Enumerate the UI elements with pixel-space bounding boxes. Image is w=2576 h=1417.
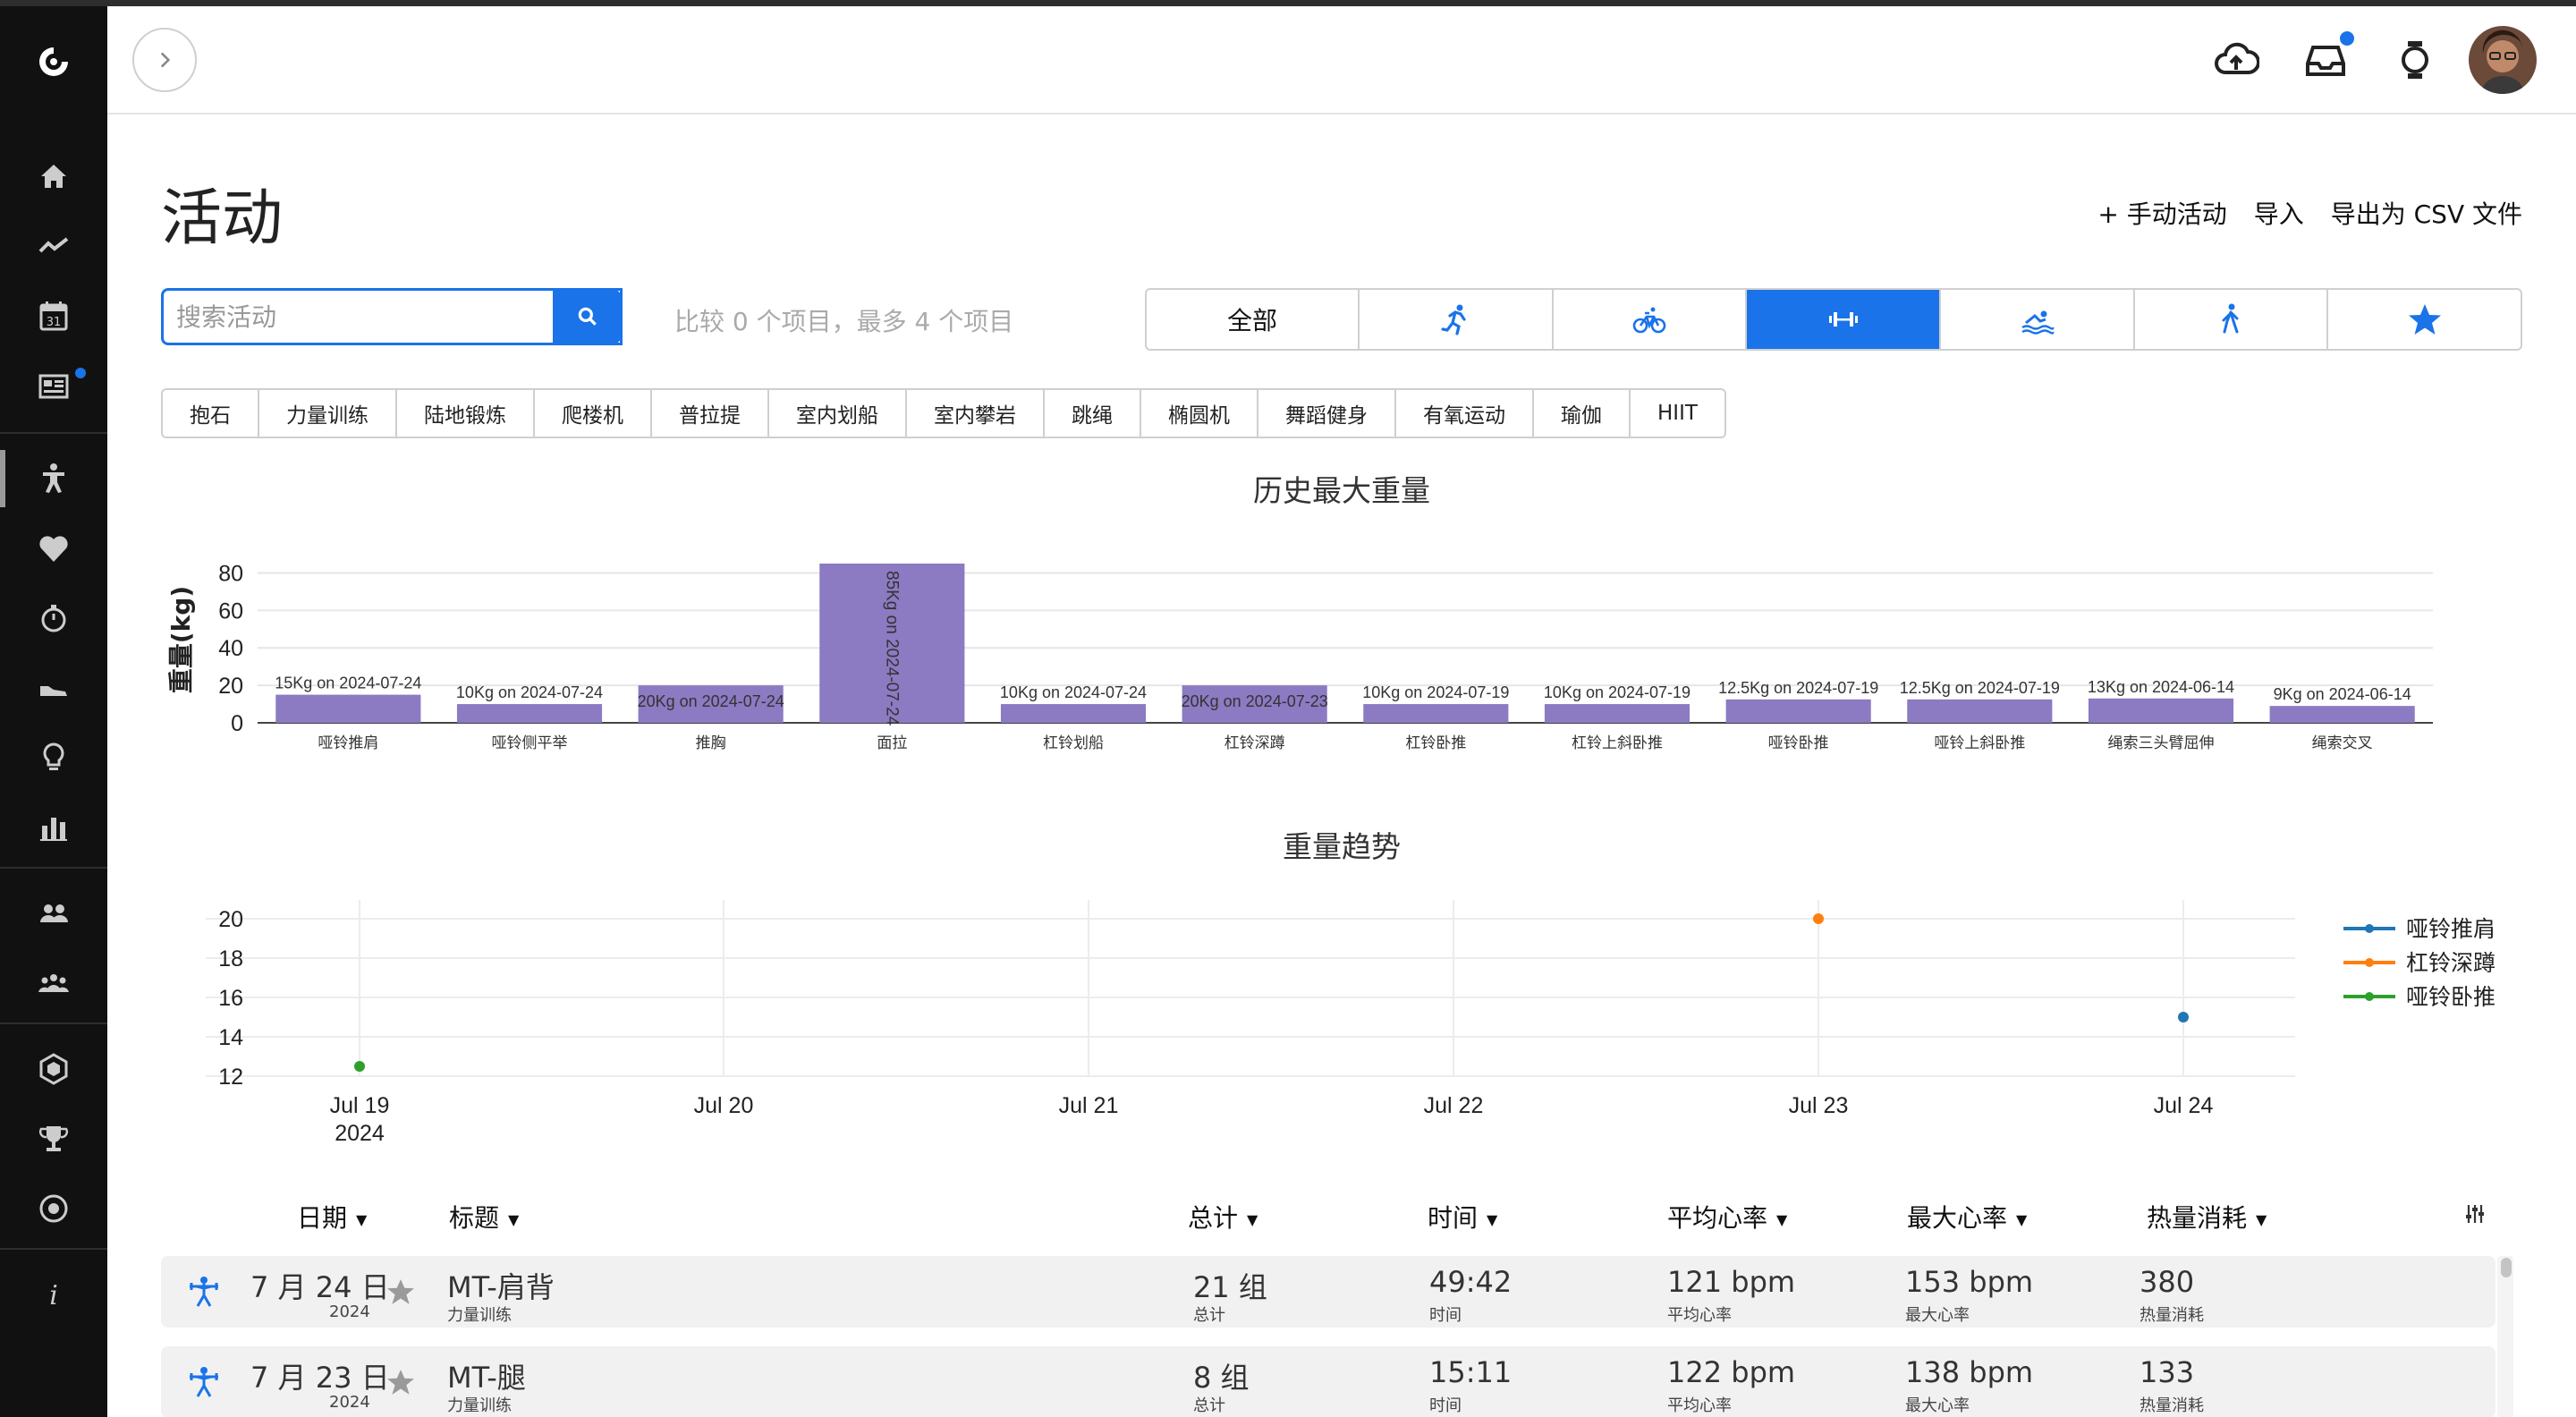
max-hr-value: 138 bpm bbox=[1905, 1355, 2034, 1389]
total-value: 8 组 bbox=[1193, 1361, 1250, 1395]
calories-value: 133 bbox=[2140, 1355, 2195, 1389]
y-tick-label: 18 bbox=[218, 946, 243, 972]
x-year-label: 2024 bbox=[335, 1121, 385, 1146]
activity-table-header: 日期 ▼ 标题 ▼ 总计 ▼ 时间 ▼ 平均心率 ▼ 最大心率 ▼ 热量消耗 ▼ bbox=[161, 1199, 2504, 1243]
data-point[interactable] bbox=[2178, 1012, 2189, 1022]
y-tick-label: 12 bbox=[218, 1065, 243, 1090]
activity-type: 力量训练 bbox=[447, 1396, 512, 1415]
activity-title-link[interactable]: MT-腿 bbox=[447, 1355, 526, 1396]
time-value: 49:42 bbox=[1429, 1265, 1513, 1299]
legend-label[interactable]: 哑铃卧推 bbox=[2406, 984, 2496, 1010]
column-label: 标题 bbox=[449, 1203, 500, 1233]
time-value: 15:11 bbox=[1429, 1355, 1513, 1389]
legend-marker bbox=[2365, 992, 2374, 1001]
time-label: 时间 bbox=[1429, 1306, 1462, 1325]
sidebar-divider bbox=[0, 1248, 107, 1250]
weight-trend-line-chart: 12 14 16 18 20 Jul 19 Jul 20 Jul 21 Jul 22 Jul 23… bbox=[206, 900, 2496, 1146]
table-scrollbar-thumb[interactable] bbox=[2501, 1258, 2512, 1277]
column-label: 热量消耗 bbox=[2147, 1203, 2248, 1233]
total-label: 总计 bbox=[1193, 1396, 1225, 1415]
time-label: 时间 bbox=[1429, 1396, 1462, 1415]
x-tick-label: Jul 21 bbox=[1059, 1093, 1119, 1118]
table-scrollbar[interactable] bbox=[2497, 1256, 2513, 1417]
target-icon[interactable] bbox=[0, 1180, 107, 1237]
x-tick-label: Jul 23 bbox=[1789, 1093, 1849, 1118]
column-header-title[interactable]: 标题 ▼ bbox=[449, 1199, 519, 1235]
column-label: 时间 bbox=[1428, 1203, 1479, 1233]
column-header-time[interactable]: 时间 ▼ bbox=[1428, 1199, 1497, 1235]
favorite-star-icon[interactable] bbox=[386, 1368, 415, 1396]
column-header-total[interactable]: 总计 ▼ bbox=[1188, 1199, 1258, 1235]
data-point[interactable] bbox=[354, 1061, 365, 1072]
info-icon[interactable]: i bbox=[0, 1266, 107, 1323]
sort-caret-icon: ▼ bbox=[2256, 1210, 2267, 1228]
y-tick-label: 14 bbox=[218, 1025, 243, 1050]
info-glyph: i bbox=[49, 1280, 58, 1311]
column-label: 最大心率 bbox=[1907, 1203, 2008, 1233]
strength-training-icon bbox=[190, 1367, 218, 1397]
column-label: 总计 bbox=[1188, 1203, 1239, 1233]
y-tick-label: 16 bbox=[218, 986, 243, 1011]
max-hr-label: 最大心率 bbox=[1905, 1396, 1970, 1415]
x-tick-label: Jul 22 bbox=[1424, 1093, 1484, 1118]
activity-date: 7 月 24 日 bbox=[250, 1270, 390, 1304]
column-header-avg-hr[interactable]: 平均心率 ▼ bbox=[1667, 1199, 1787, 1235]
x-tick-label: Jul 24 bbox=[2154, 1093, 2214, 1118]
sort-caret-icon: ▼ bbox=[1487, 1210, 1498, 1228]
activity-date: 7 月 23 日 bbox=[250, 1361, 390, 1395]
favorite-star-icon[interactable] bbox=[386, 1277, 415, 1306]
sort-caret-icon: ▼ bbox=[356, 1210, 368, 1228]
x-tick-label: Jul 20 bbox=[694, 1093, 754, 1118]
calories-label: 热量消耗 bbox=[2140, 1306, 2204, 1325]
total-value: 21 组 bbox=[1193, 1270, 1267, 1304]
sort-caret-icon: ▼ bbox=[508, 1210, 520, 1228]
avg-hr-label: 平均心率 bbox=[1667, 1396, 1732, 1415]
legend-label[interactable]: 哑铃推肩 bbox=[2406, 916, 2496, 942]
sort-caret-icon: ▼ bbox=[1247, 1210, 1258, 1228]
y-tick-label: 20 bbox=[218, 907, 243, 932]
column-label: 日期 bbox=[297, 1203, 348, 1233]
activity-type: 力量训练 bbox=[447, 1306, 512, 1325]
column-label: 平均心率 bbox=[1667, 1203, 1768, 1233]
legend-marker bbox=[2365, 924, 2374, 933]
activity-title-link[interactable]: MT-肩背 bbox=[447, 1265, 555, 1306]
x-tick-label: Jul 19 bbox=[330, 1093, 390, 1118]
sort-caret-icon: ▼ bbox=[2016, 1210, 2028, 1228]
sort-caret-icon: ▼ bbox=[1776, 1210, 1788, 1228]
avg-hr-value: 122 bpm bbox=[1667, 1355, 1796, 1389]
calories-value: 380 bbox=[2140, 1265, 2195, 1299]
calories-label: 热量消耗 bbox=[2140, 1396, 2204, 1415]
strength-training-icon bbox=[190, 1277, 218, 1307]
avg-hr-label: 平均心率 bbox=[1667, 1306, 1732, 1325]
sliders-icon bbox=[2466, 1205, 2484, 1223]
legend-label[interactable]: 杠铃深蹲 bbox=[2406, 950, 2496, 976]
activity-year: 2024 bbox=[329, 1302, 370, 1321]
column-header-date[interactable]: 日期 ▼ bbox=[297, 1199, 367, 1235]
table-row[interactable]: 7 月 24 日 2024 MT-肩背 力量训练 21 组总计 49:42 时间 121 bp… bbox=[161, 1256, 2496, 1328]
activity-year: 2024 bbox=[329, 1393, 370, 1412]
table-row[interactable]: 7 月 23 日 2024 MT-腿 力量训练 8 组总计 15:11 时间 122 bpm 平… bbox=[161, 1346, 2496, 1417]
total-label: 总计 bbox=[1193, 1306, 1225, 1325]
column-header-calories[interactable]: 热量消耗 ▼ bbox=[2147, 1199, 2267, 1235]
data-point[interactable] bbox=[1813, 913, 1824, 924]
max-hr-label: 最大心率 bbox=[1905, 1306, 1970, 1325]
max-hr-value: 153 bpm bbox=[1905, 1265, 2034, 1299]
column-settings-button[interactable] bbox=[2463, 1202, 2487, 1226]
avg-hr-value: 121 bpm bbox=[1667, 1265, 1796, 1299]
legend-marker bbox=[2365, 958, 2374, 967]
column-header-max-hr[interactable]: 最大心率 ▼ bbox=[1907, 1199, 2027, 1235]
